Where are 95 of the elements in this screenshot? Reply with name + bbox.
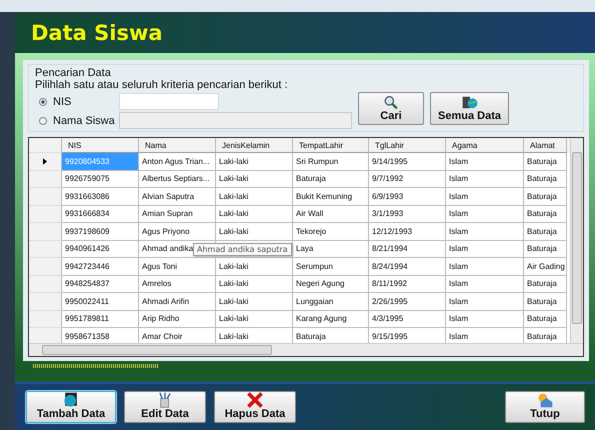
table-cell: Laki-laki — [216, 223, 293, 240]
table-cell: Karang Agung — [293, 310, 369, 328]
table-cell: 9/14/1995 — [369, 153, 446, 170]
table-cell: 8/24/1994 — [369, 258, 446, 276]
database-icon — [460, 94, 478, 110]
table-cell: 3/1/1993 — [369, 206, 446, 223]
action-button[interactable]: Tambah Data — [26, 391, 116, 423]
table-cell: 9951789811 — [62, 310, 139, 328]
horizontal-scrollbar[interactable] — [29, 343, 583, 356]
table-cell: 4/3/1995 — [369, 310, 446, 328]
table-cell: Serumpun — [293, 258, 369, 276]
radio-button[interactable] — [39, 98, 47, 106]
table-cell: Amrelos — [139, 276, 216, 293]
table-cell: Islam — [446, 170, 524, 188]
table-cell: Tekorejo — [293, 223, 369, 240]
table-cell: Laki-laki — [216, 206, 293, 223]
table-cell: Alvian Saputra — [139, 188, 216, 206]
action-button[interactable]: Edit Data — [124, 391, 206, 423]
table-cell: Agus Priyono — [139, 223, 216, 240]
table-cell: Baturaja — [293, 170, 369, 188]
table-cell: 12/12/1993 — [369, 223, 446, 240]
table-cell: 2/26/1995 — [369, 293, 446, 310]
table-cell: 9940961426 — [62, 240, 139, 258]
search-button[interactable]: Cari — [358, 92, 424, 124]
radio-label[interactable]: NIS — [53, 96, 119, 108]
column-header[interactable]: Agama — [446, 138, 524, 153]
table-cell: Islam — [446, 223, 524, 240]
table-cell: Laki-laki — [216, 310, 293, 328]
table-cell: Baturaja — [524, 223, 567, 240]
table-cell: 9950022411 — [62, 293, 139, 310]
table-cell: Laki-laki — [216, 188, 293, 206]
table-cell: Baturaja — [524, 276, 567, 293]
delete-icon — [244, 392, 266, 408]
table-cell: 9931663086 — [62, 188, 139, 206]
action-button[interactable]: Tutup — [505, 391, 585, 423]
table-cell: Baturaja — [524, 240, 567, 258]
table-cell: Islam — [446, 310, 524, 328]
table-cell: Lunggaian — [293, 293, 369, 310]
tooltip: Ahmad andika saputra — [193, 242, 292, 256]
group-title: Pencarian Data — [35, 67, 112, 79]
table-cell: Bukit Kemuning — [293, 188, 369, 206]
radio-button[interactable] — [39, 116, 47, 124]
table-cell: 6/9/1993 — [369, 188, 446, 206]
table-cell: Ahmadi Arifin — [139, 293, 216, 310]
table-cell: Amian Supran — [139, 206, 216, 223]
table-cell: Laki-laki — [216, 153, 293, 170]
column-header[interactable]: TglLahir — [369, 138, 446, 153]
table-cell: 8/21/1994 — [369, 240, 446, 258]
table-cell: Agus Toni — [139, 258, 216, 276]
table-cell: Islam — [446, 276, 524, 293]
table-cell: Arip Ridho — [139, 310, 216, 328]
table-cell: Air Wall — [293, 206, 369, 223]
column-header[interactable]: JenisKelamin — [216, 138, 293, 153]
table-cell: Islam — [446, 206, 524, 223]
table-cell: Laki-laki — [216, 293, 293, 310]
table-cell: 9942723446 — [62, 258, 139, 276]
table-cell: 8/11/1992 — [369, 276, 446, 293]
table-cell: Laki-laki — [216, 258, 293, 276]
table-cell: Laki-laki — [216, 170, 293, 188]
vertical-scrollbar[interactable] — [570, 138, 583, 343]
table-cell: Islam — [446, 240, 524, 258]
table-cell: Islam — [446, 258, 524, 276]
table-cell: Baturaja — [524, 170, 567, 188]
table-cell: Laki-laki — [216, 276, 293, 293]
search-icon — [382, 94, 400, 110]
table-cell: Albertus Septiars... — [139, 170, 216, 188]
table-cell: 9948254837 — [62, 276, 139, 293]
table-cell: Baturaja — [524, 188, 567, 206]
table-cell: Baturaja — [524, 153, 567, 170]
table-cell: Islam — [446, 188, 524, 206]
table-cell: Baturaja — [524, 310, 567, 328]
window-title: Data Siswa — [31, 21, 163, 45]
table-cell: Sri Rumpun — [293, 153, 369, 170]
column-header[interactable]: Alamat — [524, 138, 567, 153]
action-button[interactable]: Hapus Data — [214, 391, 296, 423]
table-cell: Baturaja — [524, 293, 567, 310]
table-cell: Laya — [293, 240, 369, 258]
column-header[interactable]: TempatLahir — [293, 138, 369, 153]
table-cell: 9920804533 — [62, 153, 139, 170]
table-cell: 9/7/1992 — [369, 170, 446, 188]
column-header[interactable]: Nama — [139, 138, 216, 153]
search-field[interactable] — [119, 93, 219, 110]
table-cell: 9931666834 — [62, 206, 139, 223]
table-cell: Negeri Agung — [293, 276, 369, 293]
table-cell: Air Gading — [524, 258, 567, 276]
table-cell: 9937198609 — [62, 223, 139, 240]
radio-label[interactable]: Nama Siswa — [53, 114, 119, 126]
column-header[interactable]: NIS — [62, 138, 139, 153]
table-cell: Anton Agus Trian... — [139, 153, 216, 170]
table-cell: 9926759075 — [62, 170, 139, 188]
instruction-text: Pilihlah satu atau seluruh kriteria pencarian berikut : — [35, 79, 289, 91]
table-cell: Islam — [446, 293, 524, 310]
search-button[interactable]: Semua Data — [430, 92, 509, 124]
table-cell: Islam — [446, 153, 524, 170]
table-cell: Baturaja — [524, 206, 567, 223]
